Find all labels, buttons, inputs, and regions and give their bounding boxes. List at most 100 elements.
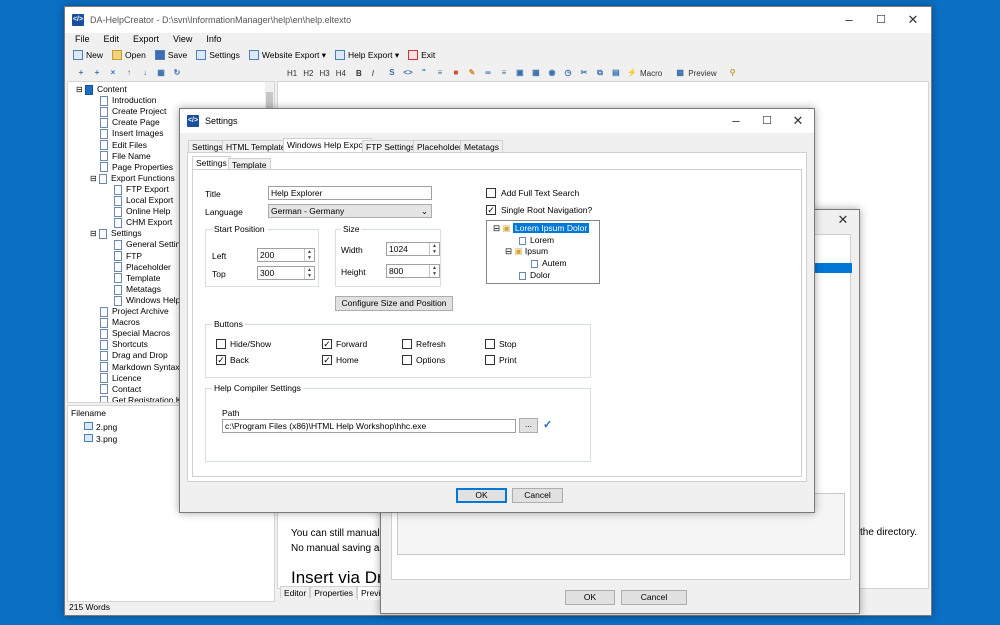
move-down-icon[interactable]: ↓ [140,68,150,78]
tab-placeholder[interactable]: Placeholder [413,140,466,152]
tree-item[interactable]: Licence [100,373,141,384]
tree-item[interactable]: ⊟ Content [76,84,127,95]
help-export-button[interactable]: Help Export ▾ [335,50,399,61]
path-input[interactable]: c:\Program Files (x86)\HTML Help Worksho… [222,419,516,433]
tree-item[interactable]: Special Macros [100,328,170,339]
tree-item[interactable]: Contact [100,384,141,395]
copy-icon[interactable]: ⧉ [595,68,605,78]
button-option-checkbox[interactable] [485,339,495,349]
background-ok-button[interactable]: OK [565,590,615,605]
color-icon[interactable]: ■ [451,68,461,78]
web-icon[interactable]: ◉ [547,68,557,78]
button-option-checkbox[interactable]: ✓ [322,355,332,365]
collapse-icon[interactable]: ⊟ [76,85,85,94]
tree-item[interactable]: ⊟ Export Functions [90,173,175,184]
tree-item[interactable]: FTP [114,251,142,262]
export-icon[interactable]: ▦ [156,68,166,78]
button-option-checkbox[interactable]: ✓ [216,355,226,365]
link-icon[interactable]: ∞ [483,68,493,78]
fulltext-checkbox[interactable] [486,188,496,198]
singleroot-checkbox[interactable]: ✓ [486,205,496,215]
new-button[interactable]: New [73,50,103,60]
h2-button[interactable]: H2 [303,69,313,78]
tab-properties[interactable]: Properties [310,586,357,598]
open-button[interactable]: Open [112,50,146,60]
minimize-button[interactable]: – [833,7,865,33]
button-option-checkbox[interactable] [216,339,226,349]
tree-item[interactable]: Online Help [114,206,170,217]
spinner-icon[interactable]: ▲ ▼ [304,249,314,261]
language-select[interactable]: German - Germany ⌄ [268,204,432,218]
settings-close-button[interactable]: ✕ [782,109,814,133]
menu-view[interactable]: View [173,32,192,46]
preview-root[interactable]: ⊟ ▣ Lorem Ipsum Dolor [493,223,590,234]
image-icon[interactable]: ▣ [515,68,525,78]
move-up-icon[interactable]: ↑ [124,68,134,78]
save-button[interactable]: Save [154,50,187,60]
tree-item[interactable]: File Name [100,151,151,162]
title-input[interactable]: Help Explorer [268,186,432,200]
quote-icon[interactable]: " [419,68,429,78]
file-item[interactable]: 2.png [84,422,117,432]
tab-ftp-settings[interactable]: FTP Settings [362,140,419,152]
preview-item[interactable]: Autem [531,258,567,268]
navigation-preview-tree[interactable]: ⊟ ▣ Lorem Ipsum Dolor Lorem ⊟ ▣ Ipsum Au… [486,220,600,284]
tree-item[interactable]: Markdown Syntax [100,362,180,373]
cut-icon[interactable]: ✂ [579,68,589,78]
tree-item[interactable]: FTP Export [114,184,169,195]
tree-item[interactable]: Macros [100,317,140,328]
menu-info[interactable]: Info [206,32,221,46]
tree-item[interactable]: Introduction [100,95,156,106]
macro-button[interactable]: Macro [640,69,662,78]
bold-button[interactable]: B [356,69,362,78]
top-input[interactable]: 300 ▲ ▼ [257,266,315,280]
tree-item[interactable]: Shortcuts [100,339,148,351]
tab-windows-help-export[interactable]: Windows Help Export [283,138,373,152]
align-icon[interactable]: ≡ [499,68,509,78]
button-option-checkbox[interactable] [402,355,412,365]
tree-item[interactable]: Create Project [100,106,166,117]
tab-settings[interactable]: Settings [188,140,227,152]
tab-metatags[interactable]: Metatags [460,140,503,152]
tree-item[interactable]: Local Export [114,195,173,206]
tree-item[interactable]: Insert Images [100,128,164,140]
website-export-button[interactable]: Website Export ▾ [248,50,326,61]
background-cancel-button[interactable]: Cancel [621,590,687,605]
collapse-icon[interactable]: ⊟ [90,229,99,238]
spinner-icon[interactable]: ▲ ▼ [429,265,439,277]
tree-item[interactable]: Edit Files [100,140,147,151]
add-page-icon[interactable]: + [76,68,86,78]
tree-item[interactable]: Get Registration Key [100,395,190,402]
h3-button[interactable]: H3 [319,69,329,78]
h1-button[interactable]: H1 [287,69,297,78]
list-icon[interactable]: ≡ [435,68,445,78]
tab-editor[interactable]: Editor [280,586,311,598]
preview-item[interactable]: Lorem [519,235,554,245]
tab-html-template[interactable]: HTML Template [222,140,290,152]
settings-ok-button[interactable]: OK [456,488,507,503]
search-icon[interactable]: ⚲ [728,68,738,78]
configure-size-button[interactable]: Configure Size and Position [335,296,453,311]
menu-edit[interactable]: Edit [104,32,120,46]
tree-item[interactable]: Metatags [114,284,161,295]
browse-button[interactable]: ... [519,418,538,433]
exit-button[interactable]: Exit [408,50,435,60]
menu-file[interactable]: File [75,32,90,46]
close-button[interactable]: ✕ [897,7,929,33]
menu-export[interactable]: Export [133,32,159,46]
preview-folder[interactable]: ⊟ ▣ Ipsum [505,246,548,257]
code-icon[interactable]: <> [403,68,413,78]
settings-minimize-button[interactable]: – [720,109,752,133]
spinner-icon[interactable]: ▲ ▼ [429,243,439,255]
tree-item[interactable]: Create Page [100,117,160,129]
preview-button[interactable]: Preview [688,69,716,78]
tree-item[interactable]: Drag and Drop [100,350,168,362]
width-input[interactable]: 1024 ▲ ▼ [386,242,440,256]
settings-button[interactable]: Settings [196,50,240,60]
button-option-checkbox[interactable]: ✓ [322,339,332,349]
marker-icon[interactable]: ✎ [467,68,477,78]
tree-item[interactable]: Template [114,273,161,284]
button-option-checkbox[interactable] [402,339,412,349]
h4-button[interactable]: H4 [336,69,346,78]
left-input[interactable]: 200 ▲ ▼ [257,248,315,262]
